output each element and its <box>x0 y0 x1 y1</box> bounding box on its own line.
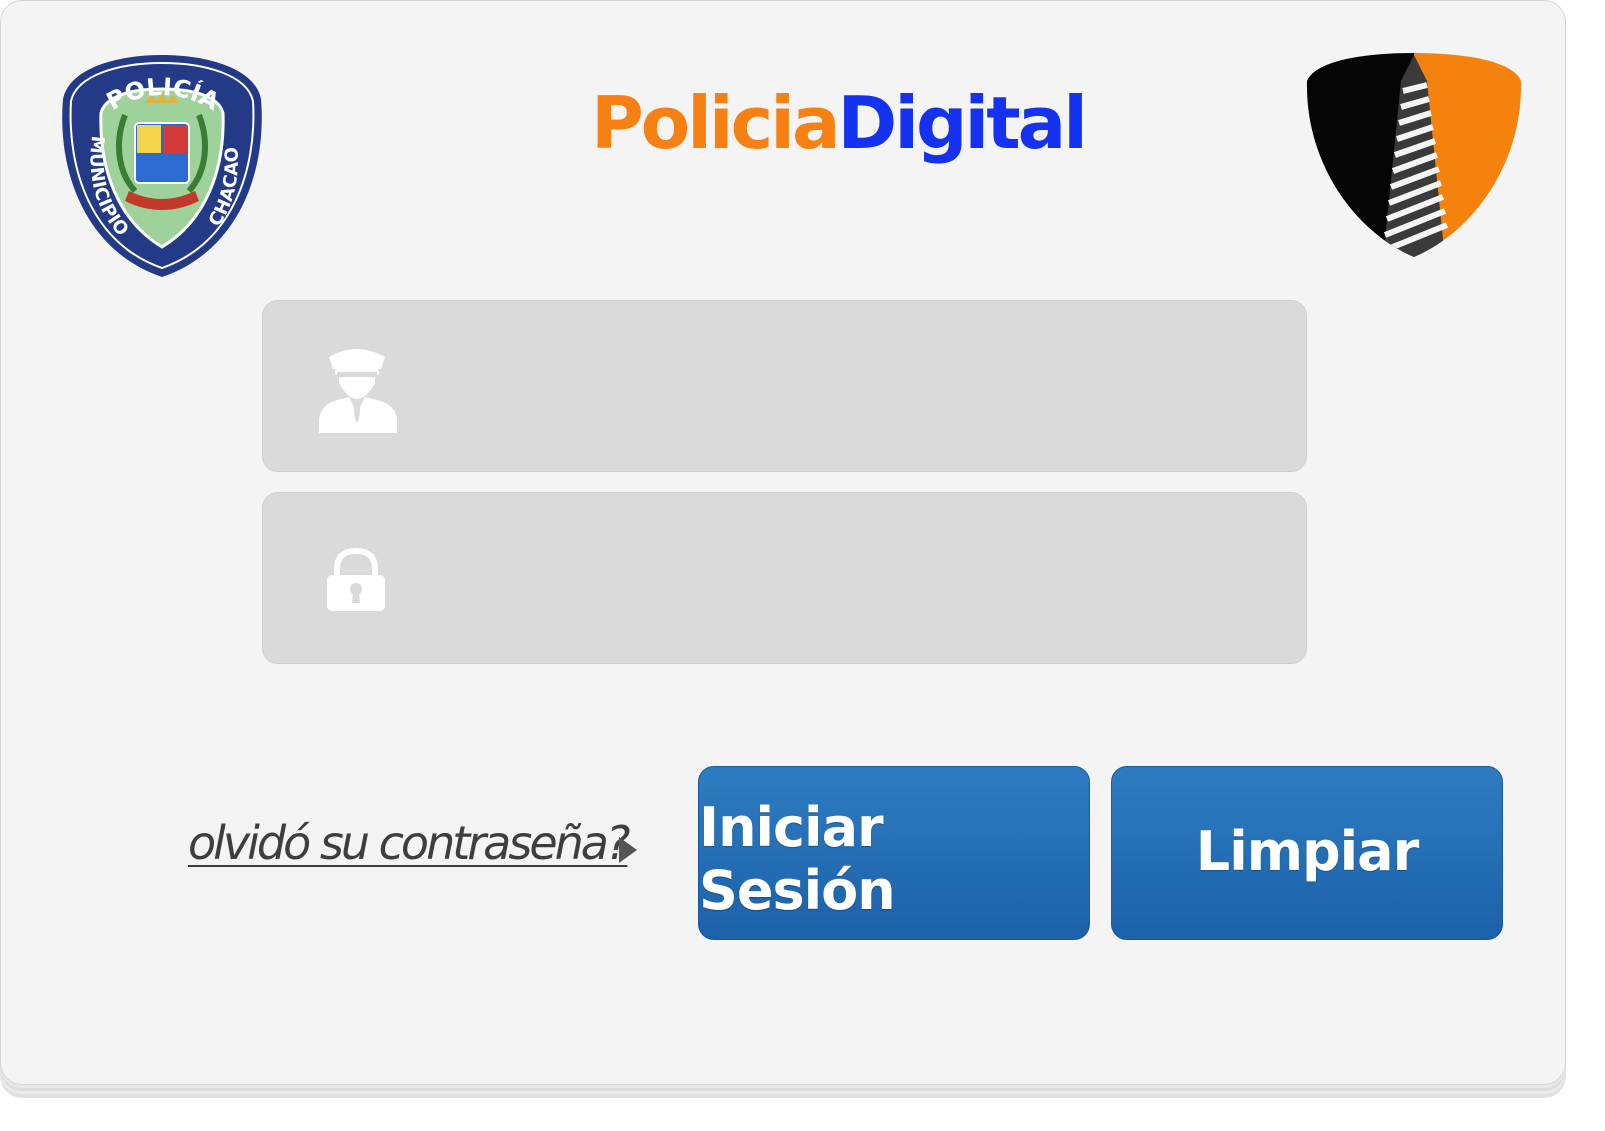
app-title: PoliciaDigital <box>591 87 1088 159</box>
username-input[interactable] <box>433 341 1277 433</box>
login-button[interactable]: Iniciar Sesión <box>698 766 1090 940</box>
username-field[interactable] <box>262 300 1307 472</box>
password-field[interactable] <box>262 492 1307 664</box>
forgot-password-link[interactable]: olvidó su contraseña? <box>188 816 630 871</box>
app-title-part1: Policia <box>591 81 841 165</box>
building-shield-logo <box>1306 53 1522 257</box>
password-input[interactable] <box>433 533 1277 625</box>
police-badge-logo: POLICÍA MUNICIPIO CHACAO <box>62 55 262 277</box>
app-title-part2: Digital <box>837 81 1088 165</box>
police-officer-icon <box>319 349 397 433</box>
padlock-icon <box>327 547 385 611</box>
clear-button[interactable]: Limpiar <box>1111 766 1503 940</box>
login-panel: POLICÍA MUNICIPIO CHACAO PoliciaDigital <box>0 0 1566 1085</box>
triangle-right-icon[interactable] <box>618 836 638 864</box>
